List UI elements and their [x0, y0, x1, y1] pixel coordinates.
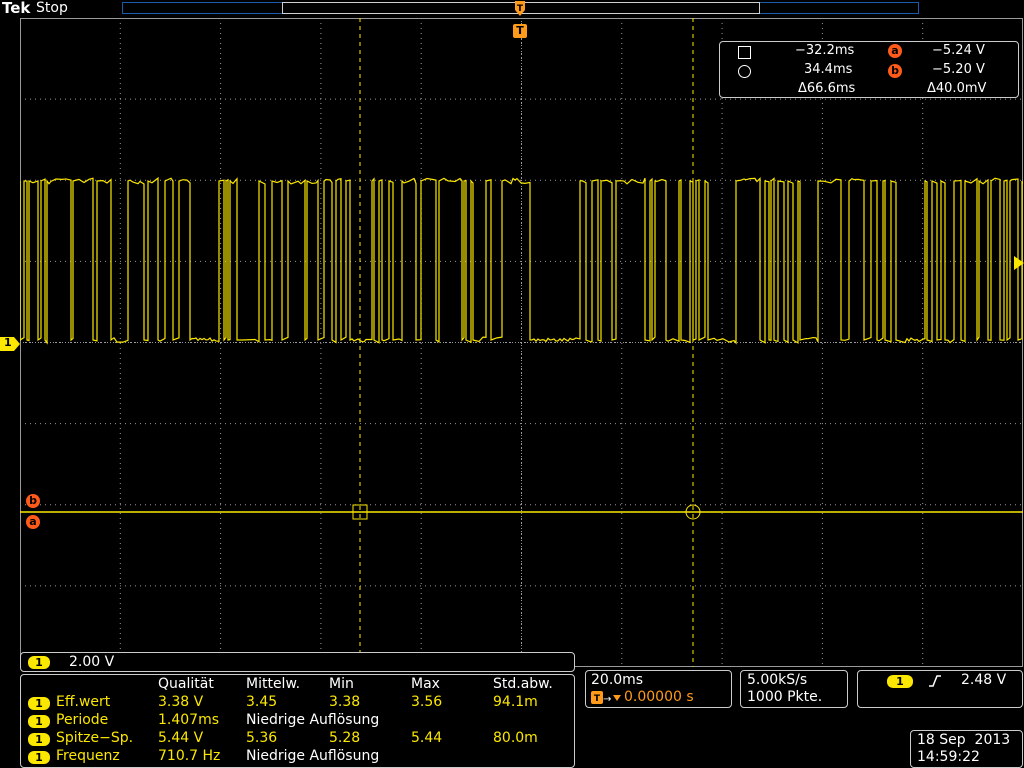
measurements-panel[interactable]: Qualität Mittelw. Min Max Std.abw. 1 Eff… [20, 674, 575, 768]
sample-rate: 5.00kS/s [747, 672, 808, 688]
row1-val2: 3.38 [329, 694, 361, 710]
col-header-max: Max [411, 676, 440, 692]
svg-text:T: T [594, 694, 601, 704]
row4-val0: 710.7 Hz [158, 748, 221, 764]
cursor2-volt: −5.20 V [932, 62, 985, 77]
trigger-position-icon[interactable]: T [513, 1, 527, 19]
row3-val3: 5.44 [411, 730, 443, 746]
delta-volt: Δ40.0mV [927, 81, 987, 96]
channel-chip: 1 [28, 656, 50, 669]
trigger-level: 2.48 V [961, 672, 1007, 688]
row1-channel-chip: 1 [28, 697, 50, 710]
row1-label: Eff.wert [56, 694, 111, 710]
timebase-panel[interactable]: 20.0ms T → 0.00000 s [585, 670, 732, 708]
time-per-div: 20.0ms [591, 672, 644, 688]
row1-val3: 3.56 [411, 694, 443, 710]
cursor1-badge: a [888, 44, 902, 58]
trigger-panel[interactable]: 1 2.48 V [857, 670, 1023, 708]
row3-val2: 5.28 [329, 730, 361, 746]
row3-val4: 80.0m [493, 730, 538, 746]
row2-val0: 1.407ms [158, 712, 220, 728]
record-length: 1000 Pkte. [747, 689, 823, 705]
row4-channel-chip: 1 [28, 751, 50, 764]
col-header-stddev: Std.abw. [493, 676, 553, 692]
cursor2-time: 34.4ms [804, 62, 853, 77]
row1-val4: 94.1m [493, 694, 538, 710]
col-header-mean: Mittelw. [246, 676, 301, 692]
rising-edge-icon [928, 674, 942, 688]
row3-val1: 5.36 [246, 730, 278, 746]
trigger-channel-chip: 1 [887, 675, 913, 688]
horizontal-position: 0.00000 s [624, 689, 694, 705]
row2-label: Periode [56, 712, 109, 728]
channel-1-marker[interactable]: 1 [0, 336, 20, 351]
acquisition-panel[interactable]: 5.00kS/s 1000 Pkte. [740, 670, 848, 708]
row4-label: Frequenz [56, 748, 120, 764]
row2-channel-chip: 1 [28, 715, 50, 728]
col-header-quality: Qualität [158, 676, 214, 692]
row1-val0: 3.38 V [158, 694, 204, 710]
volts-per-div: 2.00 V [69, 654, 115, 670]
brand-logo: Tek [2, 0, 31, 17]
cursor-square-icon [738, 46, 751, 59]
row2-val1: Niedrige Auflösung [246, 712, 380, 728]
cursor-readout-panel[interactable]: −32.2ms a −5.24 V 34.4ms b −5.20 V Δ66.6… [719, 41, 1019, 98]
offscreen-right-icon [1014, 255, 1024, 270]
ref-marker-a[interactable]: a [26, 515, 40, 529]
vertical-scale-bar[interactable]: 1 2.00 V [20, 652, 575, 672]
row3-val0: 5.44 V [158, 730, 204, 746]
trigger-delay-icon: T → [591, 691, 621, 705]
time: 14:59:22 [917, 749, 980, 765]
trigger-marker[interactable]: T [513, 24, 527, 38]
row3-label: Spitze−Sp. [56, 730, 134, 746]
cursor-circle-icon [738, 65, 751, 78]
svg-text:T: T [517, 4, 524, 14]
waveform-display[interactable] [20, 18, 1023, 667]
cursor1-volt: −5.24 V [932, 43, 985, 58]
ref-marker-b[interactable]: b [26, 494, 40, 508]
svg-text:→: → [603, 694, 611, 705]
row1-val1: 3.45 [246, 694, 278, 710]
date: 18 Sep 2013 [917, 732, 1011, 748]
cursor1-time: −32.2ms [795, 43, 855, 58]
datetime-panel: 18 Sep 2013 14:59:22 [910, 730, 1023, 768]
delta-time: Δ66.6ms [798, 81, 856, 96]
acquisition-state: Stop [36, 0, 68, 16]
row4-val1: Niedrige Auflösung [246, 748, 380, 764]
row3-channel-chip: 1 [28, 733, 50, 746]
cursor2-badge: b [888, 64, 902, 78]
col-header-min: Min [329, 676, 354, 692]
